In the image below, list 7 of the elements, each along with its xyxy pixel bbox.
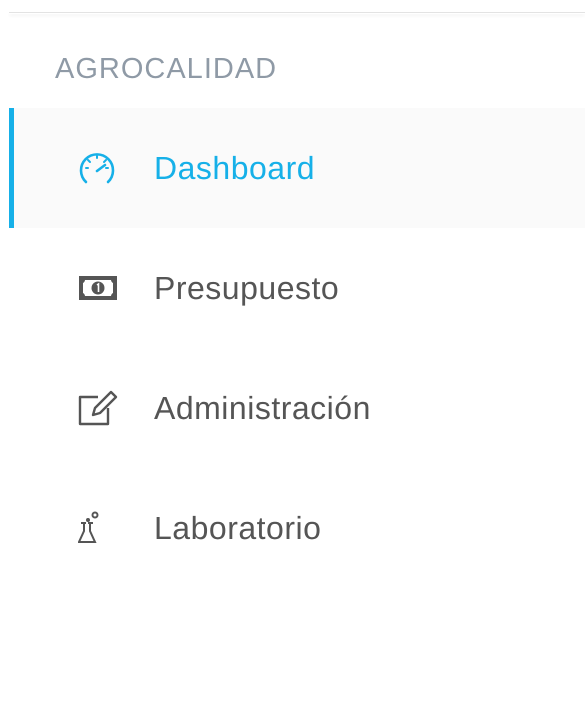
gauge-icon — [78, 150, 116, 184]
edit-icon — [78, 390, 118, 426]
banknote-icon — [78, 274, 118, 300]
nav-item[interactable]: Administración — [9, 348, 585, 468]
nav-item[interactable]: Laboratorio — [9, 468, 585, 588]
sidebar-heading: AGROCALIDAD — [55, 53, 278, 85]
nav-item[interactable]: Presupuesto — [9, 228, 585, 348]
